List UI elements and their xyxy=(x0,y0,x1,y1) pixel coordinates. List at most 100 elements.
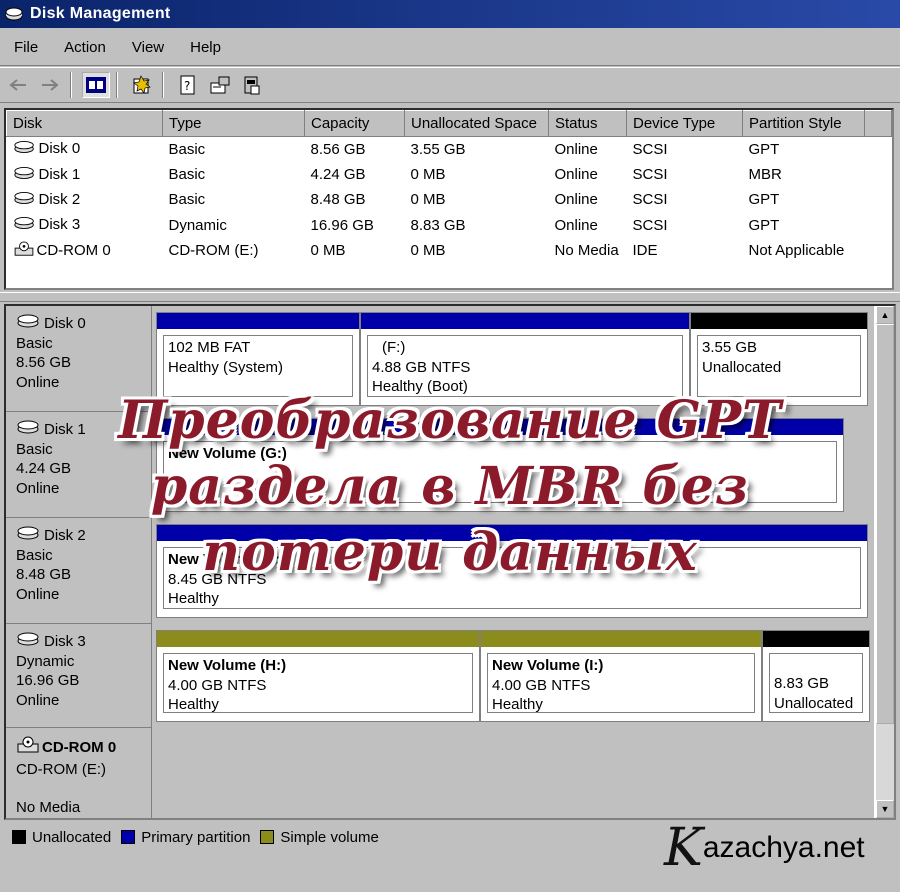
refresh-icon[interactable] xyxy=(206,72,234,98)
cell-unallocated-space: 3.55 GB xyxy=(410,140,466,158)
disk-name: Disk 2 xyxy=(38,190,81,208)
scroll-down-button[interactable]: ▼ xyxy=(876,800,894,818)
properties-icon[interactable] xyxy=(128,72,156,98)
cell-unallocated-space: 0 MB xyxy=(410,242,446,260)
volume-name: New Volume (H:) xyxy=(168,657,287,674)
primary-partition-bar xyxy=(361,313,689,329)
disk-list-view-icon[interactable] xyxy=(82,72,110,98)
disk-list-pane: Disk Type Capacity Unallocated Space Sta… xyxy=(4,108,894,290)
col-partition-style[interactable]: Partition Style xyxy=(742,110,865,137)
simple-volume-bar xyxy=(481,631,761,647)
cell-type: CD-ROM (E:) xyxy=(168,242,259,260)
disk-name: Disk 0 xyxy=(38,140,81,158)
disk-list-table: Disk Type Capacity Unallocated Space Sta… xyxy=(6,110,892,263)
volume-size-fs: 4.88 GB NTFS xyxy=(372,358,471,376)
cell-device-type: SCSI xyxy=(632,216,668,234)
cd-rom-icon xyxy=(16,736,40,760)
cdrom-label[interactable]: CD-ROM 0 CD-ROM (E:) No Media xyxy=(6,728,152,818)
volume-status: Unallocated xyxy=(702,358,782,376)
disk-management-app-icon xyxy=(5,7,23,21)
volume-body: New Volume (I:) 4.00 GB NTFS Healthy xyxy=(487,653,755,713)
disk-name: Disk 3 xyxy=(38,216,81,234)
cell-type: Basic xyxy=(168,166,206,184)
menu-file[interactable]: File xyxy=(14,39,38,56)
col-device-type[interactable]: Device Type xyxy=(626,110,743,137)
cell-device-type: SCSI xyxy=(632,191,668,209)
cell-status: No Media xyxy=(554,242,619,260)
primary-partition-swatch xyxy=(121,830,136,844)
cell-filler xyxy=(865,238,892,263)
simple-volume-swatch xyxy=(260,830,275,844)
volume-i[interactable]: New Volume (I:) 4.00 GB NTFS Healthy xyxy=(480,630,762,722)
cell-capacity: 8.48 GB xyxy=(310,191,366,209)
svg-text:?: ? xyxy=(184,79,190,93)
disk-list-row[interactable]: Disk 1 Basic 4.24 GB 0 MB Online SCSI MBR xyxy=(7,162,892,187)
cell-partition-style: GPT xyxy=(748,140,780,158)
cell-unallocated-space: 0 MB xyxy=(410,166,446,184)
volume-body: New Volume (H:) 4.00 GB NTFS Healthy xyxy=(163,653,473,713)
watermark-letter: K xyxy=(664,818,703,878)
cell-unallocated-space: 8.83 GB xyxy=(410,216,466,234)
volume-status: Unallocated xyxy=(774,694,854,712)
col-disk[interactable]: Disk xyxy=(6,110,163,137)
menu-help[interactable]: Help xyxy=(190,39,221,56)
help-icon[interactable]: ? xyxy=(174,72,202,98)
cell-type: Dynamic xyxy=(168,216,227,234)
disk-row-3[interactable]: Disk 3 Dynamic 16.96 GB Online New Volum… xyxy=(6,624,874,728)
disk-size: 16.96 GB xyxy=(16,672,80,689)
menu-bar: File Action View Help xyxy=(0,30,900,66)
col-type[interactable]: Type xyxy=(162,110,305,137)
disk-list-row[interactable]: Disk 3 Dynamic 16.96 GB 8.83 GB Online SCSI GP… xyxy=(7,213,892,238)
overlay-title-line-1: Преобразование GPT xyxy=(118,390,782,451)
cdrom-name: CD-ROM 0 xyxy=(16,736,151,760)
forward-icon[interactable] xyxy=(36,72,64,98)
hard-disk-icon xyxy=(16,314,42,334)
disk-name: Disk 0 xyxy=(16,314,151,334)
volume-name: New Volume (I:) xyxy=(492,657,604,674)
cell-disk: Disk 0 xyxy=(7,137,163,162)
disk-list-header: Disk Type Capacity Unallocated Space Sta… xyxy=(6,110,892,137)
volume-size: 8.83 GB xyxy=(774,675,830,692)
cell-device-type: SCSI xyxy=(632,166,668,184)
disk-list-row[interactable]: Disk 0 Basic 8.56 GB 3.55 GB Online SCSI GPT xyxy=(7,137,892,162)
volume-unallocated-3[interactable]: 8.83 GB Unallocated xyxy=(762,630,870,722)
col-unallocated[interactable]: Unallocated Space xyxy=(404,110,549,137)
cdrom-row[interactable]: CD-ROM 0 CD-ROM (E:) No Media xyxy=(6,728,874,818)
disk-status: Online xyxy=(16,585,60,603)
col-status[interactable]: Status xyxy=(548,110,627,137)
disk-list-row[interactable]: Disk 2 Basic 8.48 GB 0 MB Online SCSI GPT xyxy=(7,187,892,212)
cell-unallocated-space: 0 MB xyxy=(410,191,446,209)
disk-type: Dynamic xyxy=(16,652,75,670)
cd-rom-icon xyxy=(13,241,35,261)
disk-list-row[interactable]: CD-ROM 0 CD-ROM (E:) 0 MB 0 MB No Media IDE No… xyxy=(7,238,892,263)
watermark-domain: azachya.net xyxy=(702,831,865,864)
disk-label-3[interactable]: Disk 3 Dynamic 16.96 GB Online xyxy=(6,624,152,728)
cell-status: Online xyxy=(554,140,598,158)
toolbar-separator xyxy=(70,72,72,98)
menu-action[interactable]: Action xyxy=(64,39,106,56)
cell-type: Basic xyxy=(168,140,206,158)
volume-strip: New Volume (H:) 4.00 GB NTFS Healthy New… xyxy=(156,630,870,722)
volume-size-fs: 4.00 GB NTFS xyxy=(492,676,591,694)
hard-disk-icon xyxy=(13,140,37,158)
cell-partition-style: Not Applicable xyxy=(748,242,845,260)
pane-splitter[interactable] xyxy=(0,292,900,302)
disk-status: Online xyxy=(16,691,60,709)
site-watermark: K azachya.net xyxy=(664,818,894,878)
col-capacity[interactable]: Capacity xyxy=(304,110,405,137)
disk-size: 8.56 GB xyxy=(16,354,72,371)
simple-volume-bar xyxy=(157,631,479,647)
volume-size: 3.55 GB xyxy=(702,339,758,356)
volume-h[interactable]: New Volume (H:) 4.00 GB NTFS Healthy xyxy=(156,630,480,722)
disk-name: Disk 3 xyxy=(16,632,151,652)
legend-simple-volume: Simple volume xyxy=(280,828,379,846)
volume-size-fs: 102 MB FAT xyxy=(168,339,251,356)
toolbar-separator xyxy=(162,72,164,98)
volume-body: (F:) 4.88 GB NTFS Healthy (Boot) xyxy=(367,335,683,397)
scroll-up-button[interactable]: ▲ xyxy=(876,306,894,324)
back-icon[interactable] xyxy=(4,72,32,98)
menu-view[interactable]: View xyxy=(132,39,164,56)
cdrom-status: No Media xyxy=(16,799,81,816)
rescan-icon[interactable] xyxy=(238,72,266,98)
